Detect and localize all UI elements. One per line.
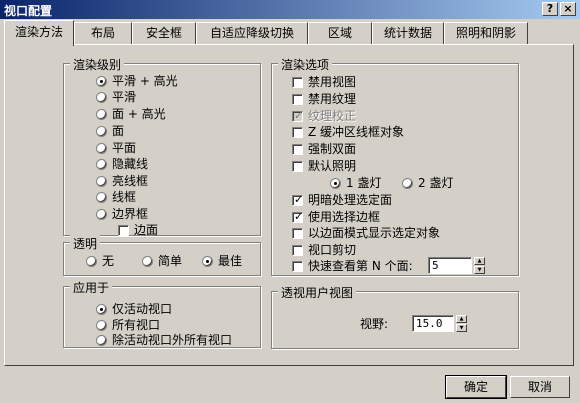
edged-faces-label: 边面 (134, 223, 159, 237)
radio-label: 边界框 (112, 207, 149, 221)
render-options-title: 渲染选项 (278, 56, 333, 73)
nth-face-spin-down[interactable]: ▼ (474, 266, 485, 274)
fov-input[interactable]: 15.0 (412, 315, 454, 332)
radio-facets-highlights[interactable] (96, 109, 107, 120)
transparency-title: 透明 (70, 235, 101, 252)
checkbox-label: 强制双面 (308, 142, 357, 156)
apply-to-group: 应用于 仅活动视口 所有视口 除活动视口外所有视口 (63, 279, 261, 348)
checkbox-label: Z 缓冲区线框对象 (308, 125, 405, 139)
radio-label: 线框 (112, 190, 137, 204)
tab-adaptive-degradation[interactable]: 自适应降级切换 (196, 22, 308, 44)
default-lighting-checkbox[interactable] (292, 161, 303, 172)
perspective-group: 透视用户视图 视野: 15.0 ▲ ▼ (271, 284, 519, 349)
tab-panel: 渲染级别 平滑 + 高光 平滑 面 + 高光 面 平面 隐藏线 亮线框 线框 边… (4, 44, 574, 366)
title-bar: 视口配置 ? × (0, 0, 580, 19)
radio-label: 平滑 (112, 90, 137, 104)
radio-bounding-box[interactable] (96, 209, 107, 220)
render-level-title: 渲染级别 (70, 56, 125, 73)
disable-textures-checkbox[interactable] (292, 94, 303, 105)
radio-transparency-simple[interactable] (142, 256, 153, 267)
radio-flat[interactable] (96, 143, 107, 154)
radio-hidden-line[interactable] (96, 159, 107, 170)
tab-lighting-shadows[interactable]: 照明和阴影 (444, 22, 528, 44)
radio-label: 除活动视口外所有视口 (112, 333, 233, 347)
radio-one-light[interactable] (330, 178, 341, 189)
texture-correction-checkbox (292, 109, 303, 122)
tab-regions[interactable]: 区域 (308, 22, 372, 44)
nth-face-spin-up[interactable]: ▲ (474, 257, 485, 265)
radio-lit-wireframe[interactable] (96, 176, 107, 187)
tab-statistics[interactable]: 统计数据 (372, 22, 444, 44)
radio-label: 面 + 高光 (112, 107, 166, 121)
radio-label: 亮线框 (112, 174, 149, 188)
close-button[interactable]: × (560, 2, 576, 16)
radio-label: 平滑 + 高光 (112, 74, 178, 88)
help-button[interactable]: ? (542, 2, 558, 16)
tab-render-method[interactable]: 渲染方法 (4, 20, 74, 46)
z-buffer-wire-checkbox[interactable] (292, 127, 303, 138)
tab-layout[interactable]: 布局 (74, 22, 132, 44)
fov-spin-up[interactable]: ▲ (456, 315, 467, 323)
render-level-group: 渲染级别 平滑 + 高光 平滑 面 + 高光 面 平面 隐藏线 亮线框 线框 边… (63, 56, 261, 237)
radio-label: 隐藏线 (112, 157, 149, 171)
force-2-sided-checkbox[interactable] (292, 144, 303, 155)
ok-button[interactable]: 确定 (445, 375, 507, 399)
radio-all-but-active[interactable] (96, 335, 107, 346)
shade-selected-faces-checkbox[interactable] (292, 193, 303, 206)
fov-label: 视野: (360, 317, 389, 331)
disable-view-checkbox[interactable] (292, 77, 303, 88)
render-options-group: 渲染选项 禁用视图 禁用纹理 纹理校正 Z 缓冲区线框对象 强制双面 默认照明 … (271, 56, 519, 276)
nth-face-input[interactable]: 5 (428, 257, 472, 274)
radio-label: 平面 (112, 141, 137, 155)
checkbox-label: 以边面模式显示选定对象 (308, 226, 441, 240)
radio-wireframe[interactable] (96, 192, 107, 203)
tab-safe-frame[interactable]: 安全框 (132, 22, 196, 44)
radio-smooth-highlights[interactable] (96, 76, 107, 87)
checkbox-label: 默认照明 (308, 159, 357, 173)
checkbox-label: 纹理校正 (308, 109, 357, 123)
apply-to-title: 应用于 (70, 279, 113, 296)
radio-label: 最佳 (218, 254, 243, 268)
radio-all-viewports[interactable] (96, 320, 107, 331)
radio-label: 所有视口 (112, 318, 161, 332)
radio-label: 无 (102, 254, 115, 268)
checkbox-label: 禁用视图 (308, 75, 357, 89)
radio-transparency-best[interactable] (202, 256, 213, 267)
checkbox-label: 快速查看第 N 个面: (308, 259, 413, 273)
radio-facets[interactable] (96, 126, 107, 137)
radio-label: 面 (112, 124, 125, 138)
checkbox-label: 使用选择边框 (308, 210, 381, 224)
radio-label: 1 盏灯 (346, 176, 382, 190)
transparency-group: 透明 无 简单 最佳 (63, 235, 261, 276)
radio-active-viewport[interactable] (96, 304, 107, 315)
checkbox-label: 禁用纹理 (308, 92, 357, 106)
checkbox-label: 视口剪切 (308, 243, 357, 257)
radio-label: 仅活动视口 (112, 302, 173, 316)
checkbox-label: 明暗处理选定面 (308, 193, 393, 207)
fast-view-nth-checkbox[interactable] (292, 261, 303, 272)
radio-smooth[interactable] (96, 92, 107, 103)
display-selected-edged-checkbox[interactable] (292, 228, 303, 239)
radio-two-lights[interactable] (402, 178, 413, 189)
radio-label: 简单 (158, 254, 183, 268)
window-title: 视口配置 (4, 4, 53, 18)
edged-faces-checkbox[interactable] (118, 225, 129, 236)
use-selection-brackets-checkbox[interactable] (292, 210, 303, 223)
cancel-button[interactable]: 取消 (510, 376, 570, 398)
perspective-title: 透视用户视图 (278, 284, 357, 301)
fov-spin-down[interactable]: ▼ (456, 324, 467, 332)
radio-transparency-none[interactable] (86, 256, 97, 267)
radio-label: 2 盏灯 (418, 176, 454, 190)
viewport-clipping-checkbox[interactable] (292, 245, 303, 256)
